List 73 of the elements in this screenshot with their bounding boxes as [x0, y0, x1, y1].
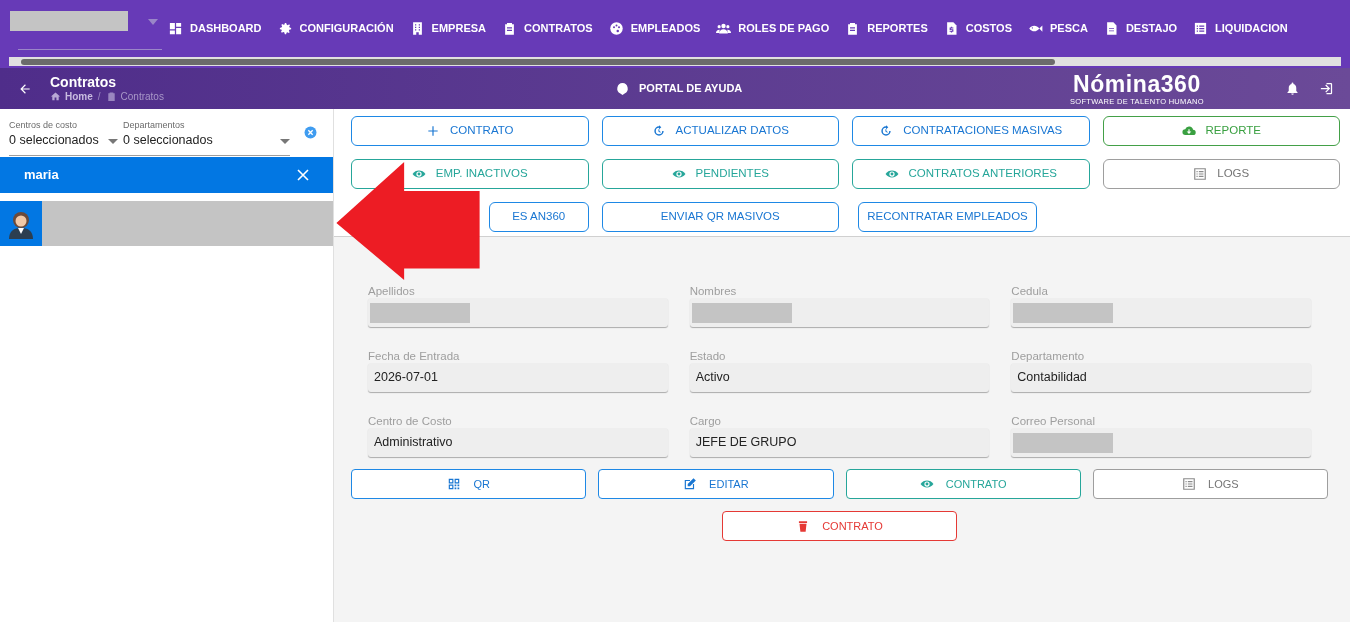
caret-icon	[280, 139, 290, 144]
breadcrumb-current: Contratos	[120, 89, 164, 104]
input-field[interactable]	[689, 298, 990, 327]
list-icon	[1182, 477, 1197, 491]
nav-item[interactable]: CONTRATOS	[502, 20, 593, 37]
field-label: Cargo	[689, 414, 722, 428]
input-field[interactable]: Administrativo	[368, 428, 668, 457]
action-button[interactable]: ES AN360	[489, 202, 589, 232]
field-label: Estado	[689, 349, 727, 363]
dashboard-icon	[168, 21, 183, 36]
cloud-download-icon	[1181, 124, 1196, 138]
page-title: Contratos	[50, 73, 118, 90]
input-field[interactable]: JEFE DE GRUPO	[689, 428, 990, 457]
horizontal-scrollbar[interactable]	[9, 57, 1341, 66]
gear-icon	[277, 21, 293, 36]
plus-icon	[426, 124, 440, 138]
nav-item[interactable]: EMPRESA	[409, 20, 486, 37]
search-field[interactable]: maria	[0, 157, 333, 193]
caret-icon	[148, 19, 158, 25]
logo-text: Nómina360	[1072, 71, 1201, 97]
help-link[interactable]: PORTAL DE AYUDA	[616, 80, 743, 97]
input-field[interactable]	[1011, 428, 1311, 457]
nav-item[interactable]: COSTOS	[943, 20, 1012, 37]
refresh-icon	[651, 124, 666, 138]
field-label: Fecha de Entrada	[368, 349, 461, 363]
people-icon	[716, 21, 732, 36]
nav-item[interactable]: ROLES DE PAGO	[716, 20, 830, 37]
action-button[interactable]: CONTRATO	[351, 116, 589, 146]
dropdown-field[interactable]: Centros de costo 0 seleccionados	[9, 120, 118, 155]
palette-icon	[608, 21, 624, 36]
breadcrumb-link[interactable]: Home	[50, 89, 93, 104]
nav-item[interactable]: EMPLEADOS	[608, 20, 701, 37]
action-button[interactable]: EDITAR	[598, 469, 834, 499]
action-button[interactable]: LOGS	[1102, 159, 1340, 189]
action-button[interactable]: ACTUALIZAR DATOS	[601, 116, 839, 146]
clear-filters-icon[interactable]	[304, 126, 317, 139]
input-field[interactable]: 2026-07-01	[368, 363, 668, 392]
edit-icon	[683, 477, 698, 491]
input-field[interactable]: Contabilidad	[1011, 363, 1311, 392]
close-icon[interactable]	[297, 169, 309, 181]
field-label: Nombres	[689, 284, 738, 298]
field-label: Cedula	[1011, 284, 1049, 298]
list-icon	[1193, 167, 1208, 181]
caret-icon	[108, 139, 118, 144]
field-label: Centro de Costo	[368, 414, 453, 428]
action-button[interactable]: ENVIAR QR MASIVOS	[601, 202, 839, 232]
bell-icon[interactable]	[1285, 81, 1300, 96]
input-field[interactable]: Activo	[689, 363, 990, 392]
action-button[interactable]: QR	[351, 469, 587, 499]
nav-item[interactable]: LIQUIDACION	[1193, 20, 1288, 37]
action-button[interactable]: RECONTRATAR EMPLEADOS	[858, 202, 1037, 232]
clipboard-icon	[105, 91, 117, 102]
action-button[interactable]: CONTRATO	[722, 511, 957, 541]
breadcrumb-separator: /	[97, 89, 101, 104]
dropdown-field[interactable]: Departamentos 0 seleccionados	[123, 120, 290, 155]
nav-item[interactable]: DASHBOARD	[168, 20, 262, 37]
list-icon	[1193, 21, 1209, 36]
logout-icon[interactable]	[1319, 81, 1334, 96]
home-icon	[50, 91, 61, 102]
field-label: Apellidos	[368, 284, 416, 298]
input-field[interactable]	[1011, 298, 1311, 327]
refresh-icon	[879, 124, 894, 138]
qr-code-icon	[447, 477, 462, 491]
action-button[interactable]: CONTRATACIONES MASIVAS	[852, 116, 1090, 146]
nav-item[interactable]: REPORTES	[845, 20, 928, 37]
action-button[interactable]: LOGS	[1092, 469, 1328, 499]
nav-item[interactable]: DESTAJO	[1103, 20, 1178, 37]
input-field[interactable]	[368, 298, 668, 327]
nav-item[interactable]: PESCA	[1028, 20, 1088, 37]
field-label: Correo Personal	[1011, 414, 1097, 428]
clipboard-icon	[502, 21, 517, 36]
nav-item[interactable]: CONFIGURACIÓN	[277, 20, 394, 37]
field-label: Departamento	[1011, 349, 1086, 363]
